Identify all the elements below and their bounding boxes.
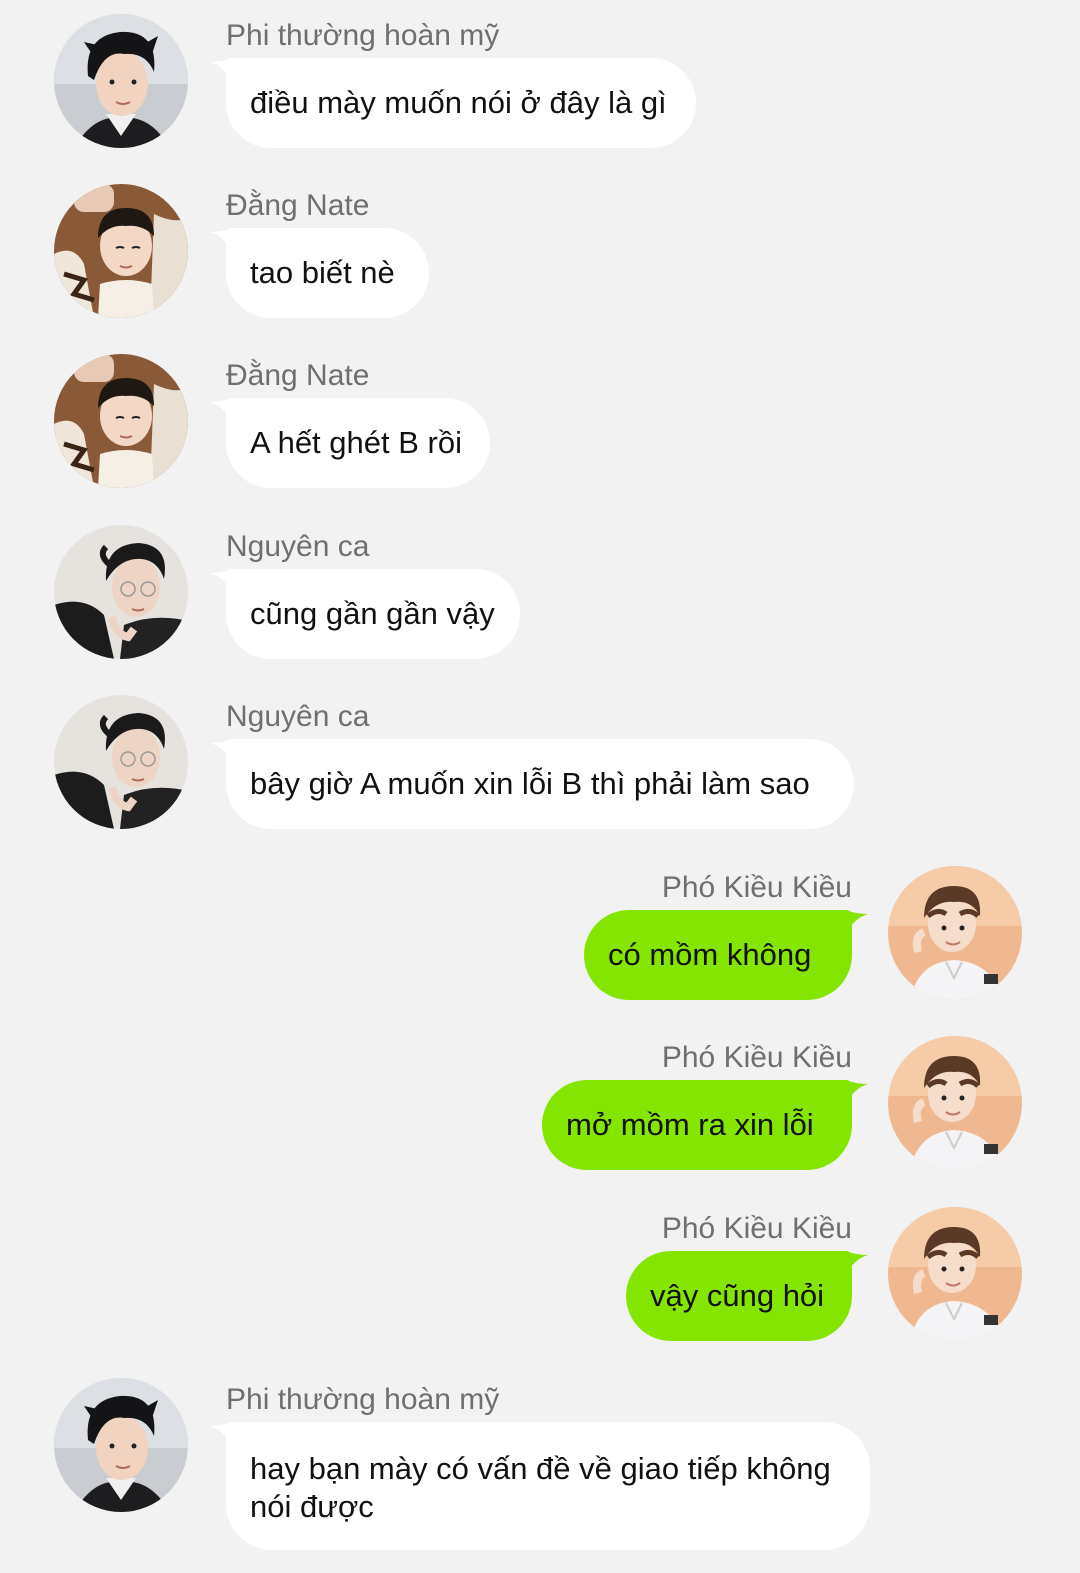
sender-name: Phi thường hoàn mỹ (226, 1383, 500, 1416)
sender-name: Đằng Nate (226, 359, 370, 392)
sender-name: Đằng Nate (226, 189, 370, 222)
message-row: Đằng Nate tao biết nè (0, 170, 1080, 340)
message-bubble[interactable]: tao biết nè (226, 228, 429, 318)
chat-conversation: Phi thường hoàn mỹ điều mày muốn nói ở đ… (0, 0, 1080, 1573)
message-row: Phó Kiều Kiều mở mồm ra xin lỗi (0, 1022, 1080, 1192)
sender-name: Phó Kiều Kiều (661, 871, 852, 904)
avatar-pho-kieu-kieu[interactable] (888, 866, 1022, 1000)
message-row: Đằng Nate A hết ghét B rồi (0, 340, 1080, 510)
avatar-pho-kieu-kieu[interactable] (888, 1207, 1022, 1341)
message-row: Nguyên ca bây giờ A muốn xin lỗi B thì p… (0, 681, 1080, 851)
sender-name: Phi thường hoàn mỹ (226, 19, 500, 52)
message-text: vậy cũng hỏi (650, 1278, 825, 1313)
message-row: Phi thường hoàn mỹ hay bạn mày có vấn đề… (0, 1364, 1080, 1564)
message-row: Phi thường hoàn mỹ điều mày muốn nói ở đ… (0, 0, 1080, 170)
sender-name: Nguyên ca (226, 530, 370, 563)
sender-name: Phó Kiều Kiều (661, 1212, 852, 1245)
message-bubble[interactable]: A hết ghét B rồi (226, 398, 490, 488)
message-row: Phó Kiều Kiều vậy cũng hỏi (0, 1193, 1080, 1363)
message-bubble[interactable]: hay bạn mày có vấn đề về giao tiếp không… (226, 1422, 870, 1550)
avatar-nguyen-ca[interactable] (54, 525, 188, 659)
avatar-dang-nate[interactable] (54, 354, 188, 488)
message-text: A hết ghét B rồi (250, 425, 462, 460)
sender-name: Nguyên ca (226, 700, 370, 733)
message-text: mở mồm ra xin lỗi (566, 1107, 814, 1142)
message-bubble[interactable]: bây giờ A muốn xin lỗi B thì phải làm sa… (226, 739, 854, 829)
message-bubble[interactable]: cũng gần gần vậy (226, 569, 520, 659)
message-text: cũng gần gần vậy (250, 596, 495, 631)
message-text-line: nói được (250, 1489, 374, 1524)
avatar-phi-thuong-hoan-my[interactable] (54, 14, 188, 148)
message-text: tao biết nè (250, 255, 395, 290)
avatar-nguyen-ca[interactable] (54, 695, 188, 829)
message-bubble[interactable]: có mồm không (584, 910, 852, 1000)
message-row: Nguyên ca cũng gần gần vậy (0, 511, 1080, 681)
message-bubble[interactable]: điều mày muốn nói ở đây là gì (226, 58, 696, 148)
avatar-phi-thuong-hoan-my[interactable] (54, 1378, 188, 1512)
avatar-dang-nate[interactable] (54, 184, 188, 318)
message-row: Phó Kiều Kiều có mồm không (0, 852, 1080, 1022)
sender-name: Phó Kiều Kiều (661, 1041, 852, 1074)
message-text-line: hay bạn mày có vấn đề về giao tiếp không (250, 1451, 831, 1486)
avatar-pho-kieu-kieu[interactable] (888, 1036, 1022, 1170)
message-text: điều mày muốn nói ở đây là gì (250, 85, 667, 120)
message-bubble[interactable]: mở mồm ra xin lỗi (542, 1080, 852, 1170)
message-text: bây giờ A muốn xin lỗi B thì phải làm sa… (250, 766, 810, 801)
message-bubble[interactable]: vậy cũng hỏi (626, 1251, 852, 1341)
message-text: có mồm không (608, 937, 812, 972)
